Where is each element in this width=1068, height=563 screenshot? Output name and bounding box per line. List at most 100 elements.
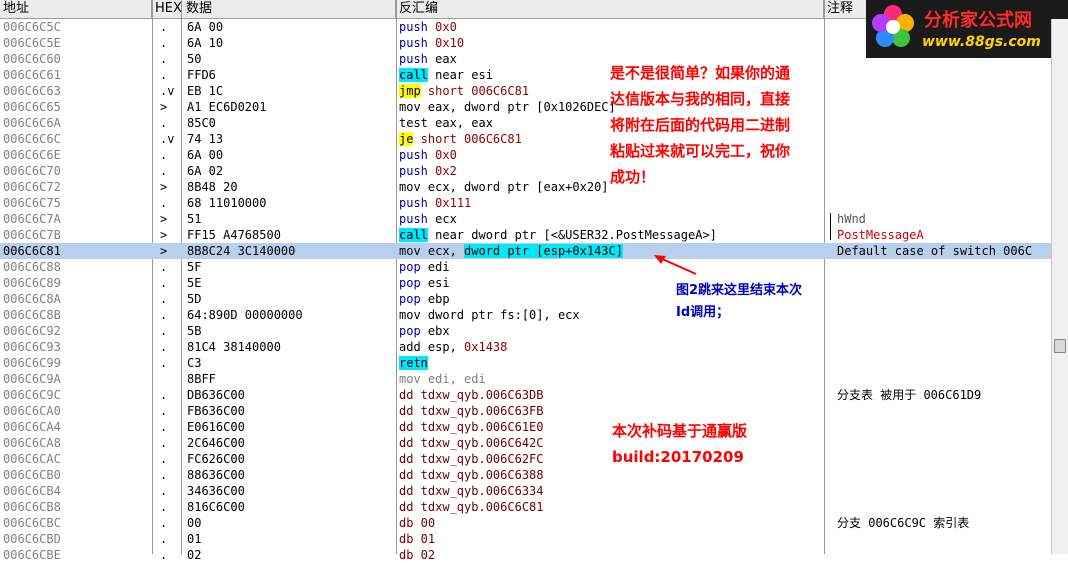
row-disassembly: je short 006C6C81 <box>399 131 522 147</box>
row-jump-marker: . <box>160 420 168 434</box>
column-header-address[interactable]: 地址 <box>0 0 152 18</box>
row-jump-marker: . <box>160 404 168 418</box>
row-hex-bytes: 5D <box>187 292 202 306</box>
instruction-row[interactable]: 006C6C61. FFD6 call near esi <box>0 67 1052 83</box>
disasm-token: mov dword ptr fs:[0], ecx <box>399 308 580 322</box>
row-jump-marker: .v <box>160 84 175 98</box>
row-address: 006C6C93 <box>3 340 61 354</box>
disasm-token: pop <box>399 276 421 290</box>
disasm-token: db 02 <box>399 548 436 562</box>
row-jump-marker: > <box>160 244 168 258</box>
disasm-token: 0x0 <box>435 20 457 34</box>
disasm-token: dd tdxw_qyb.006C6388 <box>399 468 544 482</box>
disasm-token: push <box>399 36 428 50</box>
disasm-token: pop <box>399 324 421 338</box>
instruction-row[interactable]: 006C6CA0. FB636C00 dd tdxw_qyb.006C63FB <box>0 403 1052 419</box>
row-disassembly: mov dword ptr fs:[0], ecx <box>399 307 580 323</box>
disasm-token: 0x2 <box>435 164 457 178</box>
disasm-token: pop <box>399 292 421 306</box>
annotation-line: 达信版本与我的相同，直接 <box>610 90 791 108</box>
row-address: 006C6C5E <box>3 36 61 50</box>
row-hex-bytes: C3 <box>187 356 202 370</box>
instruction-row[interactable]: 006C6CB4. 34636C00 dd tdxw_qyb.006C6334 <box>0 483 1052 499</box>
row-address: 006C6CBC <box>3 516 61 530</box>
row-disassembly: mov ecx, dword ptr [esp+0x143C] <box>399 243 623 259</box>
instruction-row[interactable]: 006C6CA8. 2C646C00 dd tdxw_qyb.006C642C <box>0 435 1052 451</box>
annotation-line: 将附在后面的代码用二进制 <box>610 116 791 134</box>
instruction-row[interactable]: 006C6C65 > A1 EC6D0201 mov eax, dword ptr [… <box>0 99 1052 115</box>
disasm-token: dd tdxw_qyb.006C63DB <box>399 388 544 402</box>
row-disassembly: jmp short 006C6C81 <box>399 83 529 99</box>
row-disassembly: add esp, 0x1438 <box>399 339 507 355</box>
disassembly-listing[interactable]: 006C6C5C. 6A 00 push 0x0 006C6C5E. 6A 10 push… <box>0 19 1052 563</box>
disasm-token: ebx <box>420 324 450 338</box>
instruction-row[interactable]: 006C6C9A 8BFF mov edi, edi <box>0 371 1052 387</box>
row-address: 006C6C7A <box>3 212 61 226</box>
disasm-token: call <box>399 68 428 82</box>
row-hex-bytes: 88636C00 <box>187 468 245 482</box>
instruction-row[interactable]: 006C6CBC. 00 db 00 分支 006C6C9C 索引表 <box>0 515 1052 531</box>
disasm-token: mov ecx, dword ptr [eax+0x20] <box>399 180 609 194</box>
instruction-row[interactable]: 006C6C6A. 85C0 test eax, eax <box>0 115 1052 131</box>
column-header-disasm[interactable]: 反汇编 <box>396 0 824 18</box>
row-address: 006C6CA4 <box>3 420 61 434</box>
row-address: 006C6C8A <box>3 292 61 306</box>
disasm-token: dd tdxw_qyb.006C61E0 <box>399 420 544 434</box>
scrollbar-thumb[interactable] <box>1054 339 1066 353</box>
instruction-row[interactable]: 006C6C75. 68 11010000 push 0x111 <box>0 195 1052 211</box>
instruction-row[interactable]: 006C6CBD. 01 db 01 <box>0 531 1052 547</box>
instruction-row[interactable]: 006C6C72 >8B48 20 mov ecx, dword ptr [eax+… <box>0 179 1052 195</box>
instruction-row[interactable]: 006C6CA4. E0616C00 dd tdxw_qyb.006C61E0 <box>0 419 1052 435</box>
instruction-row[interactable]: 006C6C92. 5B pop ebx <box>0 323 1052 339</box>
row-address: 006C6C65 <box>3 100 61 114</box>
instruction-row[interactable]: 006C6C8B. 64:890D 00000000 mov dword ptr f… <box>0 307 1052 323</box>
row-disassembly: push 0x10 <box>399 35 464 51</box>
instruction-row[interactable]: 006C6C89. 5E pop esi <box>0 275 1052 291</box>
column-header-hex[interactable]: HEX 数据 <box>152 0 396 18</box>
row-address: 006C6C7B <box>3 228 61 242</box>
instruction-row[interactable]: 006C6C70. 6A 02 push 0x2 <box>0 163 1052 179</box>
row-address: 006C6CAC <box>3 452 61 466</box>
row-disassembly: push 0x2 <box>399 163 457 179</box>
disasm-token: dd tdxw_qyb.006C63FB <box>399 404 544 418</box>
row-address: 006C6C9C <box>3 388 61 402</box>
instruction-row[interactable]: 006C6C6C .v 74 13 je short 006C6C81 <box>0 131 1052 147</box>
row-hex-bytes: 6A 00 <box>187 148 224 162</box>
row-disassembly: db 01 <box>399 531 435 547</box>
row-jump-marker: . <box>160 436 168 450</box>
row-jump-marker: . <box>160 164 168 178</box>
instruction-row[interactable]: 006C6C7A >51 push ecx hWnd <box>0 211 1052 227</box>
row-address: 006C6C6A <box>3 116 61 130</box>
row-address: 006C6C61 <box>3 68 61 82</box>
row-comment: hWnd <box>837 212 866 226</box>
row-hex-bytes: 34636C00 <box>187 484 245 498</box>
instruction-row[interactable]: 006C6CB8. 816C6C00 dd tdxw_qyb.006C6C81 <box>0 499 1052 515</box>
vertical-scrollbar[interactable] <box>1051 19 1068 554</box>
instruction-row[interactable]: 006C6C93. 81C4 38140000 add esp, 0x1438 <box>0 339 1052 355</box>
row-disassembly: dd tdxw_qyb.006C63FB <box>399 403 544 419</box>
row-address: 006C6C92 <box>3 324 61 338</box>
disasm-token: 0x10 <box>435 36 465 50</box>
instruction-row[interactable]: 006C6C6E. 6A 00 push 0x0 <box>0 147 1052 163</box>
instruction-row[interactable]: 006C6C9C. DB636C00 dd tdxw_qyb.006C63DB 分支表… <box>0 387 1052 403</box>
row-jump-marker: .v <box>160 132 175 146</box>
instruction-row[interactable]: 006C6C88. 5F pop edi <box>0 259 1052 275</box>
instruction-row[interactable]: 006C6C8A. 5D pop ebp <box>0 291 1052 307</box>
row-hex-bytes: 50 <box>187 52 202 66</box>
row-hex-bytes: FC626C00 <box>187 452 245 466</box>
row-jump-marker: . <box>160 452 168 466</box>
row-address: 006C6C81 <box>3 244 61 258</box>
row-hex-bytes: A1 EC6D0201 <box>187 100 267 114</box>
instruction-row[interactable]: 006C6CAC. FC626C00 dd tdxw_qyb.006C62FC <box>0 451 1052 467</box>
row-hex-bytes: EB 1C <box>187 84 224 98</box>
instruction-row[interactable]: 006C6CB0. 88636C00 dd tdxw_qyb.006C6388 <box>0 467 1052 483</box>
row-jump-marker: > <box>160 100 168 114</box>
instruction-row[interactable]: 006C6C63 .v EB 1C jmp short 006C6C81 <box>0 83 1052 99</box>
row-hex-bytes: 51 <box>187 212 202 226</box>
instruction-row[interactable]: 006C6CBE. 02 db 02 <box>0 547 1052 563</box>
row-hex-bytes: FB636C00 <box>187 404 245 418</box>
instruction-row[interactable]: 006C6C7B > FF15 A4768500 call near dword pt… <box>0 227 1052 243</box>
instruction-row[interactable]: 006C6C81 >8B8C24 3C140000 mov ecx, dword p… <box>0 243 1052 259</box>
instruction-row[interactable]: 006C6C99. C3 retn <box>0 355 1052 371</box>
logo-title: 分析家公式网 <box>924 10 1032 31</box>
